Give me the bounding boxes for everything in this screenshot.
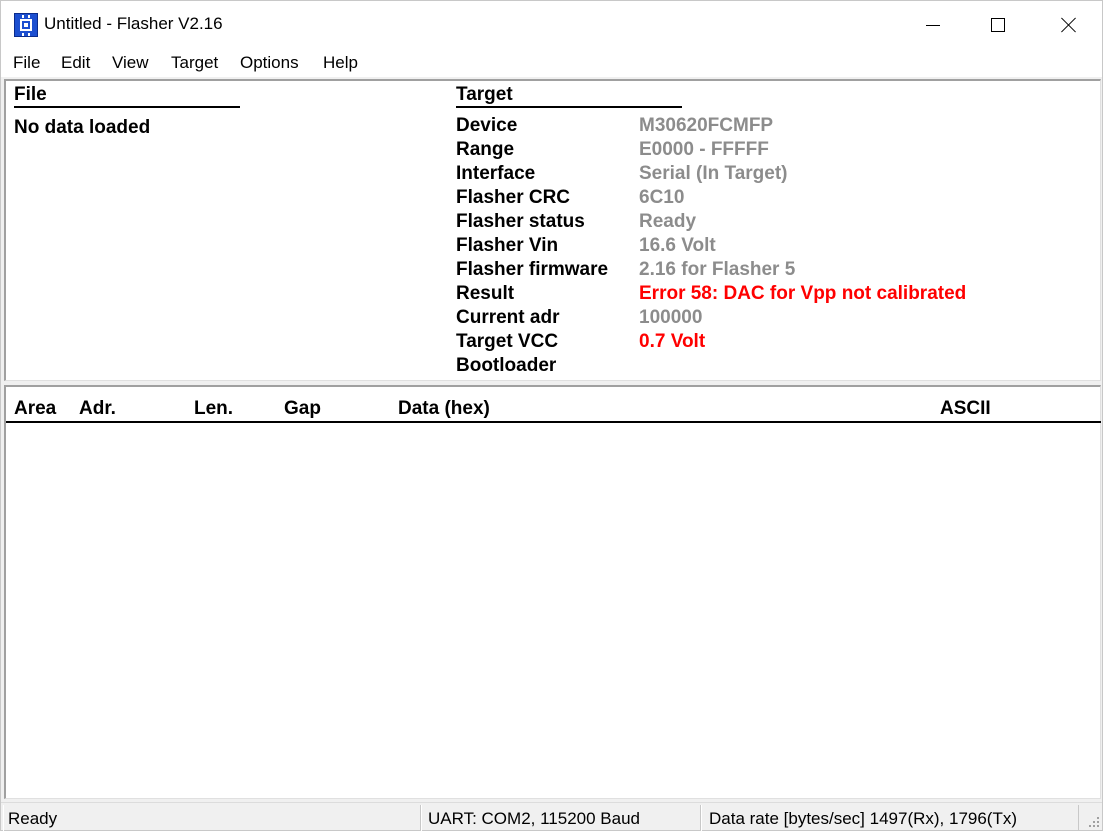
column-area: Area bbox=[14, 398, 57, 419]
value-flasher-firmware: 2.16 for Flasher 5 bbox=[639, 259, 796, 280]
value-flasher-status: Ready bbox=[639, 211, 697, 232]
resize-grip-icon[interactable] bbox=[1087, 815, 1099, 827]
column-header-row: Area Adr. Len. Gap Data (hex) ASCII bbox=[6, 387, 1101, 423]
label-target-vcc: Target VCC bbox=[456, 331, 559, 352]
menu-options[interactable]: Options bbox=[238, 53, 301, 73]
value-result: Error 58: DAC for Vpp not calibrated bbox=[639, 283, 967, 304]
status-connection: UART: COM2, 115200 Baud bbox=[421, 805, 701, 831]
value-range: E0000 - FFFFF bbox=[639, 139, 769, 160]
minimize-button[interactable] bbox=[910, 1, 956, 49]
status-bar: Ready UART: COM2, 115200 Baud Data rate … bbox=[1, 802, 1102, 831]
value-flasher-vin: 16.6 Volt bbox=[639, 235, 716, 256]
column-len: Len. bbox=[194, 398, 234, 419]
title-bar[interactable]: Untitled - Flasher V2.16 bbox=[1, 1, 1102, 49]
label-flasher-firmware: Flasher firmware bbox=[456, 259, 609, 280]
close-icon bbox=[1061, 17, 1077, 33]
flasher-window: Untitled - Flasher V2.16 File Edit View … bbox=[0, 0, 1103, 831]
data-list-body[interactable] bbox=[6, 423, 1101, 798]
menu-target[interactable]: Target bbox=[169, 53, 220, 73]
column-gap: Gap bbox=[284, 398, 321, 419]
value-flasher-crc: 6C10 bbox=[639, 187, 685, 208]
menu-bar: File Edit View Target Options Help bbox=[1, 49, 1102, 77]
grip-dot bbox=[1097, 821, 1099, 823]
label-flasher-status: Flasher status bbox=[456, 211, 585, 232]
column-data-hex: Data (hex) bbox=[398, 398, 490, 419]
maximize-button[interactable] bbox=[975, 1, 1021, 49]
chip-pin bbox=[22, 33, 24, 36]
grip-dot bbox=[1093, 825, 1095, 827]
flasher-chip-icon[interactable] bbox=[14, 13, 38, 37]
file-heading: File bbox=[14, 84, 240, 108]
column-adr: Adr. bbox=[79, 398, 116, 419]
grip-dot bbox=[1093, 821, 1095, 823]
status-state: Ready bbox=[3, 805, 421, 831]
minimize-icon bbox=[926, 24, 940, 26]
label-range: Range bbox=[456, 139, 515, 160]
file-status: No data loaded bbox=[14, 117, 151, 138]
menu-edit[interactable]: Edit bbox=[59, 53, 92, 73]
window-title: Untitled - Flasher V2.16 bbox=[44, 14, 223, 33]
maximize-icon bbox=[991, 18, 1005, 32]
value-target-vcc: 0.7 Volt bbox=[639, 331, 706, 352]
menu-help[interactable]: Help bbox=[321, 53, 360, 73]
chip-pin bbox=[28, 15, 30, 18]
menu-file[interactable]: File bbox=[11, 53, 42, 73]
status-data-rate: Data rate [bytes/sec] 1497(Rx), 1796(Tx) bbox=[701, 805, 1079, 831]
label-current-adr: Current adr bbox=[456, 307, 560, 328]
close-button[interactable] bbox=[1046, 1, 1092, 49]
value-device: M30620FCMFP bbox=[639, 115, 774, 136]
grip-dot bbox=[1089, 825, 1091, 827]
grip-dot bbox=[1097, 817, 1099, 819]
label-flasher-vin: Flasher Vin bbox=[456, 235, 559, 256]
grip-dot bbox=[1097, 825, 1099, 827]
column-ascii: ASCII bbox=[940, 398, 991, 419]
label-flasher-crc: Flasher CRC bbox=[456, 187, 571, 208]
label-device: Device bbox=[456, 115, 518, 136]
chip-pin bbox=[22, 15, 24, 18]
label-bootloader: Bootloader bbox=[456, 355, 557, 376]
label-result: Result bbox=[456, 283, 515, 304]
value-current-adr: 100000 bbox=[639, 307, 703, 328]
value-interface: Serial (In Target) bbox=[639, 163, 788, 184]
label-interface: Interface bbox=[456, 163, 536, 184]
target-heading: Target bbox=[456, 84, 682, 108]
data-panel[interactable]: Area Adr. Len. Gap Data (hex) ASCII bbox=[4, 385, 1101, 799]
chip-body bbox=[20, 19, 32, 31]
info-panel: File No data loaded Target Device M30620… bbox=[4, 79, 1101, 381]
menu-view[interactable]: View bbox=[110, 53, 151, 73]
chip-pin bbox=[28, 33, 30, 36]
